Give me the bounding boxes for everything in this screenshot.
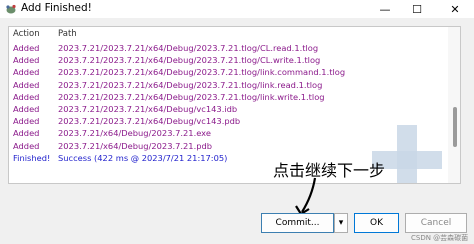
commit-dropdown-chevron-icon[interactable]: ▾ [334,213,348,233]
title-bar: Add Finished! — ☐ ✕ [0,0,474,18]
log-row[interactable]: Added 2023.7.21/2023.7.21/x64/Debug/2023.… [9,92,449,104]
log-row[interactable]: Added 2023.7.21/2023.7.21/x64/Debug/vc143… [9,104,449,116]
log-row-path: 2023.7.21/2023.7.21/x64/Debug/2023.7.21.… [58,79,323,90]
log-row[interactable]: Added 2023.7.21/2023.7.21/x64/Debug/2023.… [9,80,449,92]
log-row-action: Added [13,128,40,139]
watermark-text: CSDN @芸森碳菌 [411,234,469,242]
log-row-path: 2023.7.21/2023.7.21/x64/Debug/2023.7.21.… [58,43,319,53]
log-row-path: 2023.7.21/2023.7.21/x64/Debug/2023.7.21.… [58,67,346,78]
log-row-action: Added [13,91,40,102]
vertical-scrollbar[interactable] [448,27,460,183]
log-row-action: Added [13,67,40,78]
log-row[interactable]: Added 2023.7.21/2023.7.21/x64/Debug/2023.… [9,67,449,79]
minimize-button[interactable]: — [370,0,400,18]
log-row-action: Finished! [13,152,51,163]
column-header-action[interactable]: Action [13,29,40,39]
log-row-action: Added [13,43,40,53]
log-row-path: 2023.7.21/x64/Debug/2023.7.21.exe [58,128,211,139]
log-row-action: Added [13,104,40,114]
window-title: Add Finished! [21,2,92,14]
log-row-path: 2023.7.21/2023.7.21/x64/Debug/2023.7.21.… [58,55,321,66]
ok-button[interactable]: OK [354,213,399,233]
log-row[interactable]: Added 2023.7.21/2023.7.21/x64/Debug/vc143… [9,116,449,128]
log-row-path: 2023.7.21/2023.7.21/x64/Debug/2023.7.21.… [58,91,325,102]
log-row-path: Success (422 ms @ 2023/7/21 21:17:05) [58,152,228,163]
log-row-action: Added [13,79,40,90]
log-row[interactable]: Added 2023.7.21/x64/Debug/2023.7.21.exe [9,128,449,140]
log-row-path: 2023.7.21/2023.7.21/x64/Debug/vc143.pdb [58,116,241,127]
annotation-text: 点击继续下一步 [273,161,386,180]
log-row-path: 2023.7.21/x64/Debug/2023.7.21.pdb [58,140,213,151]
column-header-path[interactable]: Path [58,29,77,39]
cancel-button[interactable]: Cancel [405,213,467,233]
log-row-action: Added [13,140,40,151]
maximize-button[interactable]: ☐ [402,0,432,18]
scrollbar-thumb[interactable] [453,107,457,147]
log-row-path: 2023.7.21/2023.7.21/x64/Debug/vc143.idb [58,104,238,114]
log-row-action: Added [13,55,40,66]
log-list[interactable]: Action Path Added 2023.7.21/2023.7.21/x64… [8,26,461,184]
close-button[interactable]: ✕ [440,0,470,18]
log-row[interactable]: Added 2023.7.21/2023.7.21/x64/Debug/2023.… [9,55,449,67]
log-row-action: Added [13,116,40,127]
log-row[interactable]: Added 2023.7.21/2023.7.21/x64/Debug/2023.… [9,43,449,55]
commit-button[interactable]: Commit... [261,213,334,233]
tortoise-app-icon [6,4,16,14]
